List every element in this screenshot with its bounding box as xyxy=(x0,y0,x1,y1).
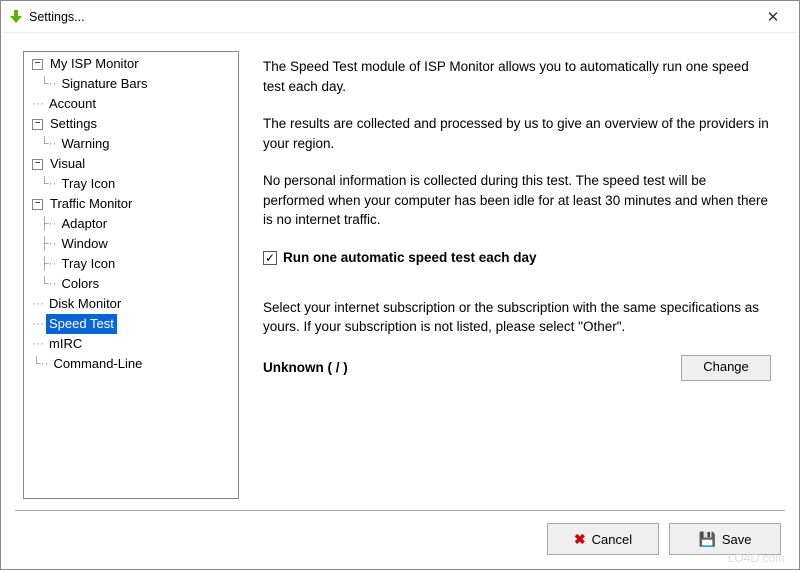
tree-item-mirc[interactable]: ···mIRC xyxy=(32,334,238,354)
save-button[interactable]: 💾 Save xyxy=(669,523,781,555)
tree-item-my-isp-monitor[interactable]: My ISP Monitor └··Signature Bars xyxy=(32,54,238,94)
dialog-buttons: ✖ Cancel 💾 Save xyxy=(547,523,781,555)
cancel-button-label: Cancel xyxy=(592,532,632,547)
cancel-button[interactable]: ✖ Cancel xyxy=(547,523,659,555)
collapse-icon[interactable] xyxy=(32,159,43,170)
change-button-label: Change xyxy=(703,358,749,377)
titlebar: Settings... ✕ xyxy=(1,1,799,33)
download-arrow-icon xyxy=(9,10,23,24)
tree-item-signature-bars[interactable]: └··Signature Bars xyxy=(40,74,238,94)
subscription-value: Unknown ( / ) xyxy=(263,358,348,378)
description-paragraph-1: The Speed Test module of ISP Monitor all… xyxy=(263,57,771,96)
save-icon: 💾 xyxy=(698,531,715,548)
close-icon: ✕ xyxy=(767,8,780,26)
cancel-icon: ✖ xyxy=(574,531,586,548)
description-paragraph-2: The results are collected and processed … xyxy=(263,114,771,153)
description-paragraph-3: No personal information is collected dur… xyxy=(263,171,771,230)
close-button[interactable]: ✕ xyxy=(749,3,797,31)
save-button-label: Save xyxy=(722,532,752,547)
nav-tree[interactable]: My ISP Monitor └··Signature Bars ···Acco… xyxy=(23,51,239,499)
tree-item-settings[interactable]: Settings └··Warning xyxy=(32,114,238,154)
tree-item-adaptor[interactable]: ├··Adaptor xyxy=(40,214,238,234)
collapse-icon[interactable] xyxy=(32,119,43,130)
settings-window: Settings... ✕ My ISP Monitor └··Signatur… xyxy=(0,0,800,570)
tree-item-traffic-monitor[interactable]: Traffic Monitor ├··Adaptor ├··Window ├··… xyxy=(32,194,238,294)
tree-item-disk-monitor[interactable]: ···Disk Monitor xyxy=(32,294,238,314)
collapse-icon[interactable] xyxy=(32,199,43,210)
tree-item-visual[interactable]: Visual └··Tray Icon xyxy=(32,154,238,194)
tree-item-window[interactable]: ├··Window xyxy=(40,234,238,254)
auto-speed-test-label: Run one automatic speed test each day xyxy=(283,248,537,268)
tree-item-tray-icon-traffic[interactable]: ├··Tray Icon xyxy=(40,254,238,274)
subscription-paragraph: Select your internet subscription or the… xyxy=(263,298,771,337)
window-title: Settings... xyxy=(29,10,85,24)
tree-item-speed-test[interactable]: ···Speed Test xyxy=(32,314,238,334)
tree-item-tray-icon-visual[interactable]: └··Tray Icon xyxy=(40,174,238,194)
tree-item-colors[interactable]: └··Colors xyxy=(40,274,238,294)
change-button[interactable]: Change xyxy=(681,355,771,381)
separator xyxy=(15,510,785,511)
auto-speed-test-checkbox[interactable] xyxy=(263,251,277,265)
tree-item-command-line[interactable]: └··Command-Line xyxy=(32,354,238,374)
content-pane: The Speed Test module of ISP Monitor all… xyxy=(239,51,777,499)
tree-item-account[interactable]: ···Account xyxy=(32,94,238,114)
collapse-icon[interactable] xyxy=(32,59,43,70)
tree-item-warning[interactable]: └··Warning xyxy=(40,134,238,154)
